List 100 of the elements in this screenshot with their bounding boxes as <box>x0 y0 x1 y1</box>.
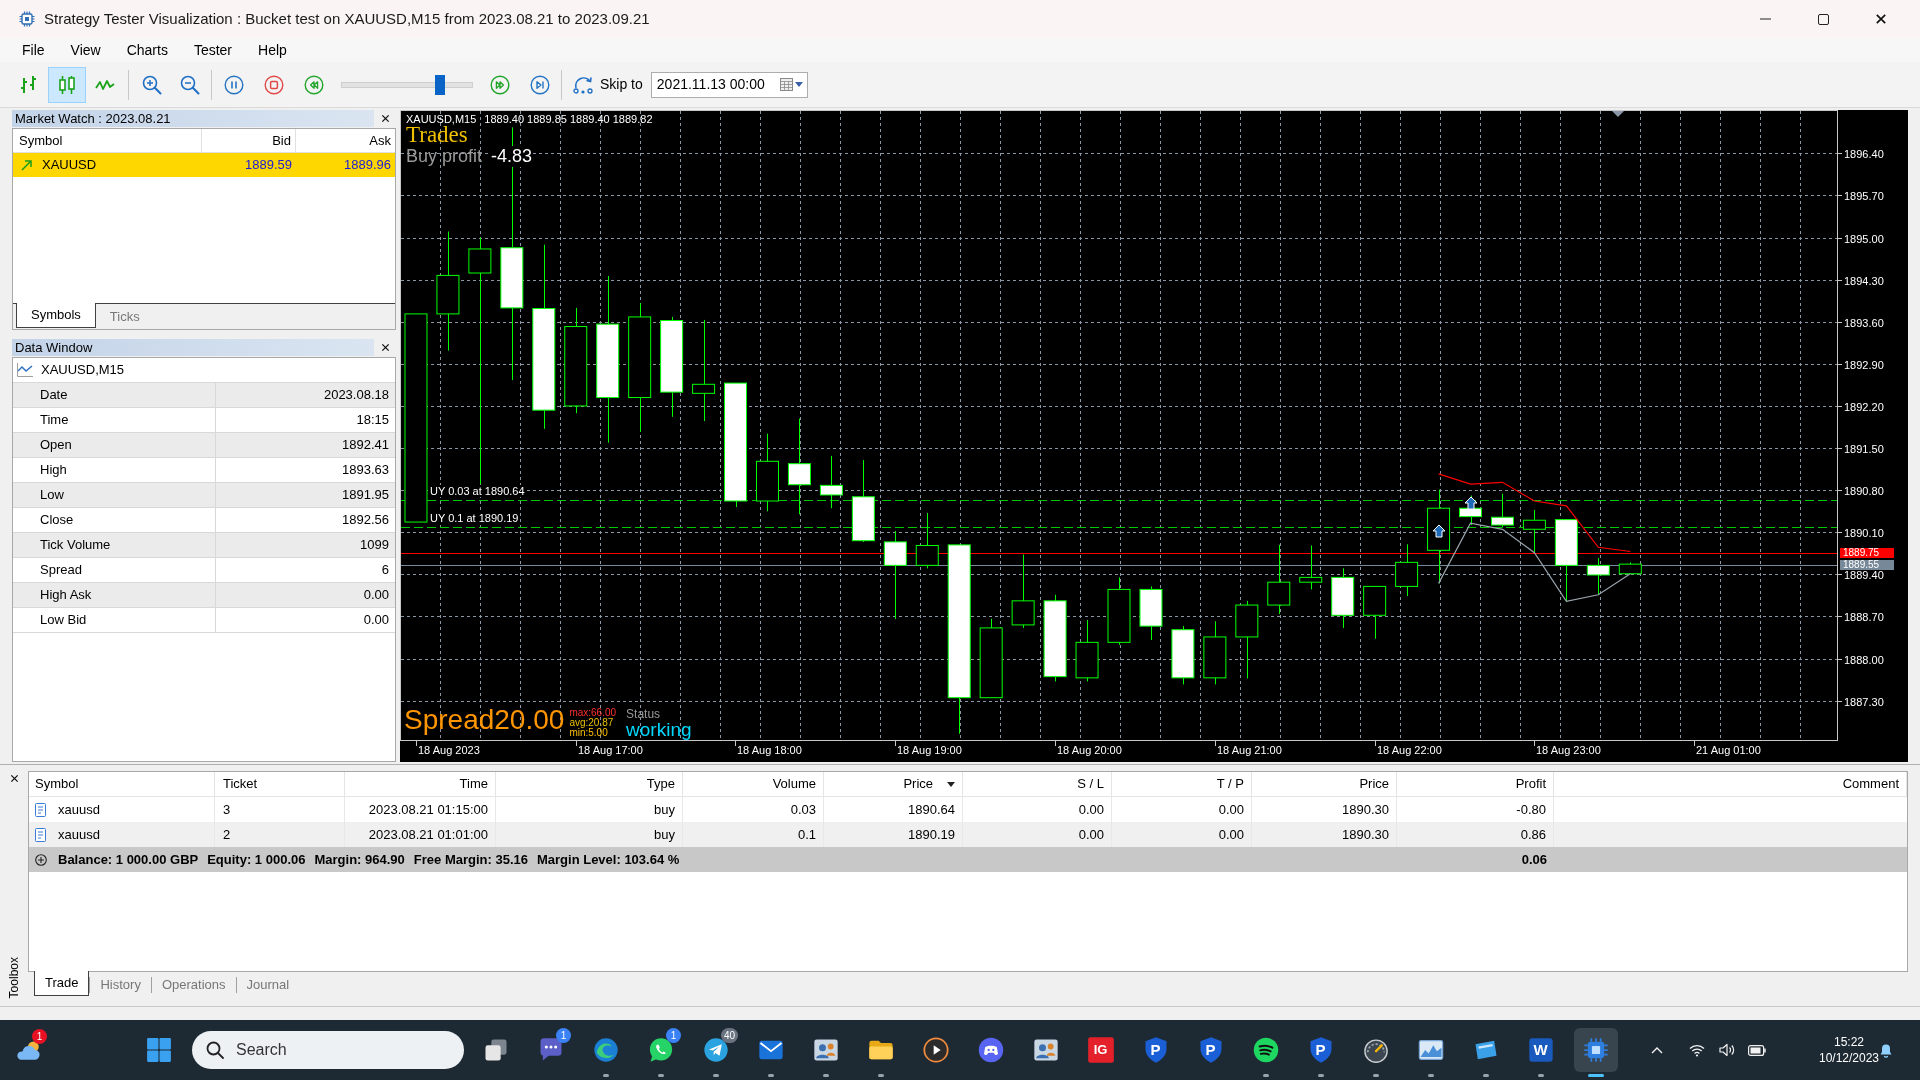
letter-logo[interactable]: IG <box>1086 1036 1115 1064</box>
y-tick-label: 1892.90 <box>1844 359 1884 371</box>
y-tick-label: 1896.40 <box>1844 149 1884 161</box>
notification-badge: 1 <box>32 1029 47 1044</box>
tab[interactable]: Trade <box>34 971 90 996</box>
notification-badge: 1 <box>666 1028 681 1043</box>
menu-item[interactable]: Tester <box>180 38 245 62</box>
bell-icon[interactable] <box>1879 1042 1893 1058</box>
game-controller-icon[interactable] <box>976 1036 1005 1064</box>
tab[interactable]: Operations <box>151 972 236 997</box>
panel-title: Data Window <box>15 339 93 356</box>
panel-title: Market Watch : 2023.08.21 <box>15 110 171 127</box>
field-value: 1891.95 <box>342 486 389 505</box>
calendar-icon[interactable] <box>779 78 793 91</box>
skip-forward-icon[interactable] <box>530 74 550 95</box>
column-header[interactable]: Volume <box>772 774 816 794</box>
symbol-name: XAUUSD,M15 <box>41 361 125 380</box>
quote-row[interactable]: XAUUSD 1889.59 1889.96 <box>13 153 395 177</box>
tab[interactable]: Ticks <box>95 304 154 329</box>
chart-symbol: XAUUSD,M15 <box>406 113 477 125</box>
field-label: Close <box>40 511 74 530</box>
y-tick-label: 1887.30 <box>1844 696 1884 708</box>
minimize-icon[interactable] <box>1759 18 1771 20</box>
table-cell-text: 1890.19 <box>908 825 955 844</box>
date-field[interactable]: 2021.11.13 00:00 <box>650 71 808 98</box>
y-tick-label: 1888.00 <box>1844 654 1884 666</box>
sort-down-icon[interactable] <box>947 781 955 787</box>
fast-forward-icon[interactable] <box>490 74 510 95</box>
column-header[interactable]: Ticket <box>223 774 258 794</box>
table-cell-text: 1890.30 <box>1342 825 1389 844</box>
sound-waves-icon[interactable] <box>1251 1036 1280 1064</box>
search-field[interactable]: Search <box>192 1031 464 1069</box>
wifi-icon[interactable] <box>1689 1043 1705 1057</box>
price-bars-icon <box>19 73 39 96</box>
start-menu-icon[interactable] <box>145 1037 172 1063</box>
document-icon <box>35 802 46 817</box>
close-icon[interactable] <box>9 774 19 783</box>
x-tick-label: 18 Aug 23:00 <box>1536 744 1601 757</box>
column-header[interactable]: Price <box>1359 774 1389 794</box>
account-summary: Equity: 1 000.06 <box>207 850 306 869</box>
chip-icon <box>19 11 35 27</box>
close-icon[interactable] <box>380 114 390 123</box>
column-header[interactable]: Symbol <box>35 774 79 794</box>
close-icon[interactable] <box>380 343 390 352</box>
field-label: Tick Volume <box>40 536 111 555</box>
globe-icon[interactable] <box>591 1036 620 1064</box>
document-logo[interactable]: W <box>1526 1036 1555 1064</box>
chip-icon[interactable] <box>1573 1028 1618 1072</box>
close-icon[interactable] <box>1875 13 1887 25</box>
bid-price: 1889.59 <box>245 156 292 175</box>
column-header[interactable]: Price <box>903 774 933 794</box>
play-button-icon[interactable] <box>921 1036 950 1064</box>
ohlc-values: 1889.40 1889.85 1889.40 1889.82 <box>484 113 653 126</box>
table-cell-text: 0.86 <box>1520 825 1546 844</box>
tab[interactable]: History <box>90 972 151 997</box>
stop-icon[interactable] <box>264 74 284 95</box>
slider-thumb[interactable] <box>434 74 445 95</box>
field-value: 18:15 <box>356 411 389 430</box>
table-cell-text: 3 <box>223 800 231 819</box>
field-label: Date <box>40 386 68 405</box>
line-chart-icon <box>17 363 33 377</box>
battery-icon[interactable] <box>1748 1044 1766 1056</box>
field-label: Open <box>40 436 72 455</box>
column-header[interactable]: Type <box>646 774 675 794</box>
price-tag: 1889.75 <box>1840 548 1894 559</box>
field-label: High Ask <box>40 586 92 605</box>
zoom-in-icon[interactable] <box>142 74 162 95</box>
column-header[interactable]: Comment <box>1842 774 1899 794</box>
skip-label: Skip to <box>600 75 643 94</box>
maximize-icon[interactable] <box>1817 13 1829 25</box>
menu-item[interactable]: Help <box>245 38 300 62</box>
column-header[interactable]: S / L <box>1077 774 1104 794</box>
menu-item[interactable]: File <box>9 38 58 62</box>
field-label: Low <box>40 486 64 505</box>
y-tick-label: 1891.50 <box>1844 444 1884 456</box>
x-tick-label: 18 Aug 2023 <box>418 744 480 757</box>
column-header[interactable]: Time <box>459 774 488 794</box>
column-header: Ask <box>369 131 391 150</box>
table-cell-text: 1890.64 <box>908 800 955 819</box>
column-header[interactable]: Profit <box>1515 774 1546 794</box>
gauge-icon[interactable] <box>1361 1036 1390 1064</box>
tab[interactable]: Journal <box>236 972 300 997</box>
zoom-out-icon[interactable] <box>180 74 200 95</box>
table-cell-text: 0.03 <box>790 800 816 819</box>
menu-item[interactable]: Charts <box>113 38 181 62</box>
candlestick-icon <box>57 73 77 96</box>
field-value: 1893.63 <box>342 461 389 480</box>
caret-icon[interactable] <box>794 82 803 87</box>
arc-arrow-icon[interactable] <box>572 74 594 95</box>
chart-mode-button[interactable] <box>48 66 86 103</box>
expand-icon[interactable] <box>35 853 47 866</box>
pause-icon[interactable] <box>224 74 244 95</box>
rewind-icon[interactable] <box>304 74 324 95</box>
volume-icon[interactable] <box>1718 1043 1736 1057</box>
chevron-up-icon[interactable] <box>1651 1046 1663 1054</box>
account-summary: Margin Level: 103.64 % <box>536 850 680 869</box>
table-cell-text: -0.80 <box>1516 800 1546 819</box>
tab[interactable]: Symbols <box>16 303 96 328</box>
menu-item[interactable]: View <box>57 38 114 62</box>
column-header[interactable]: T / P <box>1216 774 1244 794</box>
